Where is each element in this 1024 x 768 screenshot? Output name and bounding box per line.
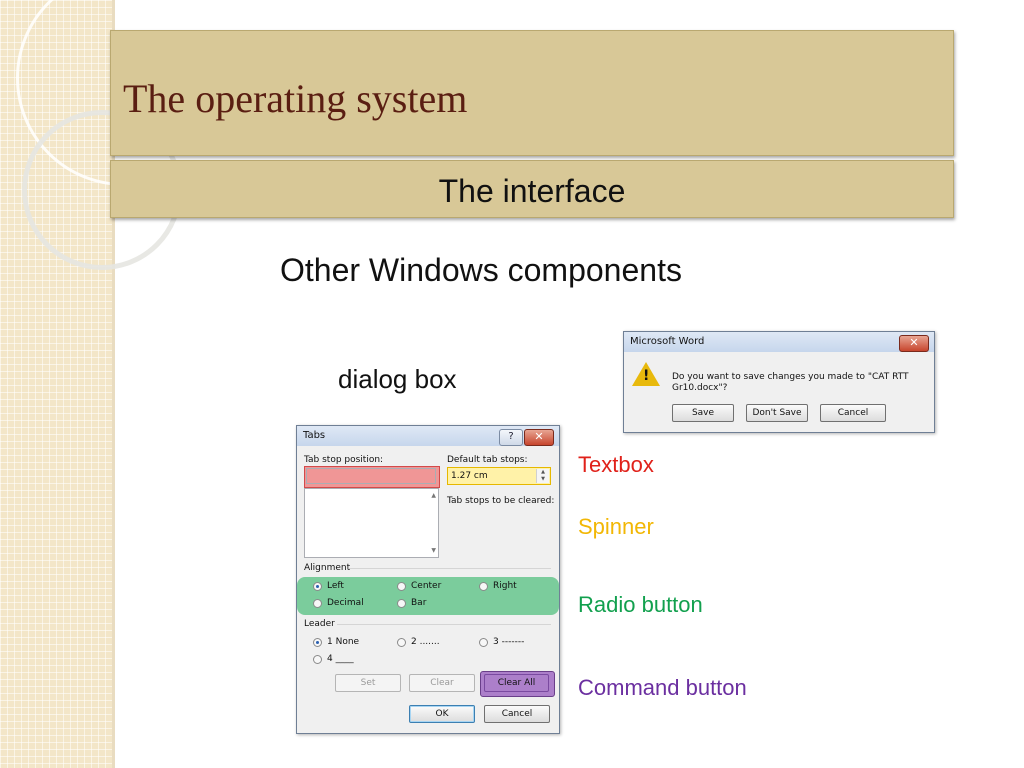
radio-leader-dots[interactable] — [397, 638, 406, 647]
radio-bar-label: Bar — [411, 598, 427, 608]
radio-leader-none-label: 1 None — [327, 637, 360, 647]
legend-spinner: Spinner — [578, 514, 654, 539]
spinner-value: 1.27 cm — [451, 471, 488, 481]
title-banner: The operating system — [110, 30, 954, 156]
help-icon[interactable]: ? — [499, 429, 523, 446]
default-tab-stops-label: Default tab stops: — [447, 455, 528, 465]
dialog-title: Tabs — [303, 430, 326, 441]
radio-right[interactable] — [479, 582, 488, 591]
tab-stop-position-input[interactable] — [306, 468, 436, 484]
dont-save-button[interactable]: Don't Save — [746, 404, 808, 422]
set-button[interactable]: Set — [335, 674, 401, 692]
radio-decimal-label: Decimal — [327, 598, 364, 608]
radio-leader-dots-label: 2 ....... — [411, 637, 440, 647]
warning-icon-mark: ! — [643, 368, 650, 384]
group-divider — [337, 624, 551, 625]
legend-command-button: Command button — [578, 675, 747, 700]
radio-left-label: Left — [327, 581, 344, 591]
radio-leader-dashes[interactable] — [479, 638, 488, 647]
save-button[interactable]: Save — [672, 404, 734, 422]
tab-stops-cleared-label: Tab stops to be cleared: — [447, 496, 555, 506]
close-icon[interactable]: ✕ — [899, 335, 929, 352]
radio-leader-none[interactable] — [313, 638, 322, 647]
dialog-box-caption: dialog box — [338, 364, 457, 394]
close-icon[interactable]: ✕ — [524, 429, 554, 446]
slide-title: The operating system — [123, 76, 468, 121]
cancel-button[interactable]: Cancel — [484, 705, 550, 723]
default-tab-stops-spinner[interactable]: 1.27 cm ▲ ▼ — [447, 467, 551, 485]
tab-stop-list[interactable]: ▲ ▼ — [304, 488, 439, 558]
slide-subtitle: The interface — [438, 173, 626, 209]
radio-leader-dashes-label: 3 ------- — [493, 637, 525, 647]
radio-right-label: Right — [493, 581, 517, 591]
alignment-group-label: Alignment — [304, 563, 351, 573]
legend-textbox: Textbox — [578, 452, 654, 477]
radio-center-label: Center — [411, 581, 442, 591]
scroll-down-icon[interactable]: ▼ — [431, 547, 436, 554]
section-heading: Other Windows components — [280, 252, 682, 288]
dialog-message: Do you want to save changes you made to … — [672, 372, 909, 393]
radio-center[interactable] — [397, 582, 406, 591]
scroll-up-icon[interactable]: ▲ — [431, 492, 436, 499]
spinner-arrows[interactable]: ▲ ▼ — [536, 469, 549, 483]
spin-down-icon[interactable]: ▼ — [537, 476, 549, 483]
dialog-title: Microsoft Word — [630, 336, 705, 347]
tabs-dialog: Tabs ? ✕ Tab stop position: ▲ ▼ Default … — [296, 425, 560, 734]
clear-all-button[interactable]: Clear All — [484, 674, 549, 692]
dialog-titlebar: Microsoft Word ✕ — [624, 332, 934, 352]
tab-stop-position-label: Tab stop position: — [304, 455, 384, 465]
ok-button[interactable]: OK — [409, 705, 475, 723]
cancel-button[interactable]: Cancel — [820, 404, 886, 422]
leader-group-label: Leader — [304, 619, 335, 629]
dialog-titlebar: Tabs ? ✕ — [297, 426, 559, 446]
radio-leader-underline-label: 4 ____ — [327, 654, 354, 664]
radio-bar[interactable] — [397, 599, 406, 608]
radio-leader-underline[interactable] — [313, 655, 322, 664]
spin-up-icon[interactable]: ▲ — [537, 469, 549, 476]
clear-button[interactable]: Clear — [409, 674, 475, 692]
radio-decimal[interactable] — [313, 599, 322, 608]
radio-left[interactable] — [313, 582, 322, 591]
group-divider — [349, 568, 551, 569]
legend-radio-button: Radio button — [578, 592, 703, 617]
word-save-dialog: Microsoft Word ✕ ! Do you want to save c… — [623, 331, 935, 433]
subtitle-banner: The interface — [110, 160, 954, 218]
